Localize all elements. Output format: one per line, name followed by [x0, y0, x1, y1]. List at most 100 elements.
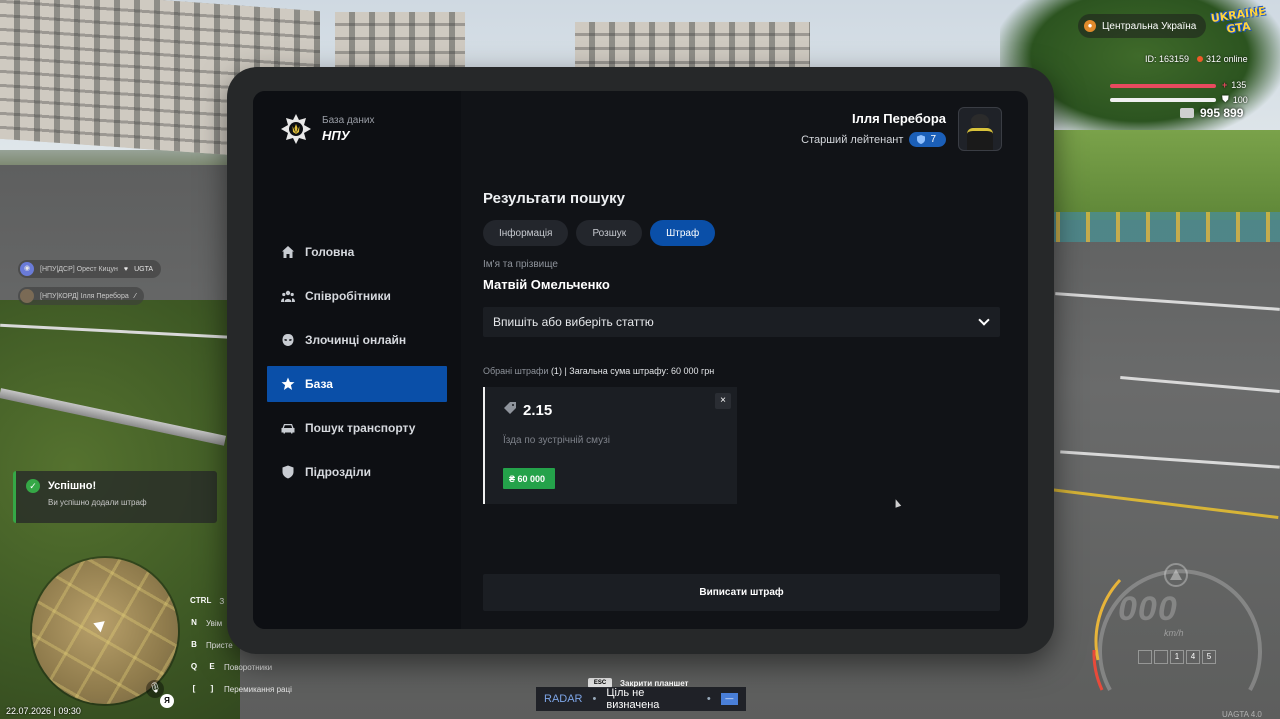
version-label: UAGTA 4.0: [1222, 710, 1262, 719]
mouse-cursor-icon: [892, 498, 902, 508]
key: CTRL: [190, 596, 212, 605]
tablet-screen: База даних НПУ Головна Співробітники Зло…: [253, 91, 1028, 629]
grass: [1050, 130, 1280, 220]
key: B: [191, 640, 197, 649]
sidebar-item-database[interactable]: База: [267, 366, 447, 402]
avatar: [20, 289, 34, 303]
money-display: 995 899: [1180, 106, 1243, 120]
fine-code: 2.15: [503, 401, 552, 419]
radar-title: RADAR: [544, 693, 583, 705]
brand-subtitle: База даних: [322, 115, 375, 126]
discord-icon: ◉: [20, 262, 34, 276]
gear-cell: 4: [1186, 650, 1200, 664]
radar-status: Ціль не визначена: [606, 687, 660, 711]
sidebar: База даних НПУ Головна Співробітники Зло…: [253, 91, 461, 629]
home-icon: [281, 245, 295, 259]
sidebar-item-criminals-online[interactable]: Злочинці онлайн: [267, 322, 447, 358]
sidebar-item-employees[interactable]: Співробітники: [267, 278, 447, 314]
online-icon: [1197, 56, 1204, 62]
mic-muted-icon: ⁄: [134, 292, 136, 300]
key: Q: [190, 662, 198, 671]
fine-card: 2.15 Їзда по зустрічній смузі ₴ 60 000 ×: [483, 387, 737, 504]
sidebar-item-vehicle-search[interactable]: Пошук транспорту: [267, 410, 447, 446]
health-value: +135: [1222, 80, 1247, 90]
radar-panel: RADAR • Ціль не визначена • —: [536, 687, 746, 711]
police-emblem-icon: [281, 114, 311, 144]
voice-chat-line: [НПУ|КОРД] Ілля Перебора ⁄: [18, 287, 144, 305]
apartment-building: [575, 22, 810, 72]
gear-cell: [1154, 650, 1168, 664]
armor-value: ⛊ 100: [1222, 94, 1248, 105]
dot-icon: •: [706, 693, 711, 705]
name-value: Матвій Омельченко: [483, 277, 610, 292]
remove-fine-button[interactable]: ×: [715, 393, 731, 409]
tag-icon: [503, 401, 517, 419]
fines-summary: Обрані штрафи (1) | Загальна сума штрафу…: [483, 366, 715, 376]
armor-bar: [1110, 98, 1216, 102]
sidebar-item-label: Головна: [305, 245, 355, 259]
article-select[interactable]: Впишіть або виберіть статтю: [483, 307, 1000, 337]
tab-wanted[interactable]: Розшук: [576, 220, 643, 246]
player-info: ID: 163159 312 online: [1145, 54, 1248, 64]
fine-description: Їзда по зустрічній смузі: [503, 435, 610, 446]
sidebar-item-units[interactable]: Підрозділи: [267, 454, 447, 490]
voice-key: Я: [160, 694, 174, 708]
health-icon: +: [1222, 80, 1228, 90]
gear-cell: 5: [1202, 650, 1216, 664]
tab-info[interactable]: Інформація: [483, 220, 569, 246]
toast-title: Успішно!: [48, 480, 97, 492]
region-icon: ●: [1084, 20, 1096, 32]
toast-text: Ви успішно додали штраф: [48, 498, 147, 507]
tab-fine[interactable]: Штраф: [650, 220, 716, 246]
shield-icon: [281, 465, 295, 479]
health-bar: [1110, 84, 1216, 88]
page-title: Результати пошуку: [483, 190, 625, 207]
sidebar-nav: Головна Співробітники Злочинці онлайн Ба…: [267, 234, 447, 498]
gear-indicator: 1 4 5: [1138, 650, 1216, 664]
fence: [1050, 212, 1280, 242]
sidebar-item-home[interactable]: Головна: [267, 234, 447, 270]
article-select-placeholder: Впишіть або виберіть статтю: [493, 315, 654, 329]
key: ]: [210, 684, 214, 693]
online-count: 312 online: [1197, 54, 1248, 64]
fine-amount: ₴ 60 000: [503, 468, 556, 489]
keybind-row: [ ] Перемикання раці: [188, 678, 292, 700]
sidebar-item-label: Підрозділи: [305, 465, 371, 479]
sidebar-item-label: Злочинці онлайн: [305, 333, 407, 347]
region-indicator: ● Центральна Україна: [1078, 14, 1207, 38]
star-icon: [281, 377, 295, 391]
cash-icon: [1180, 108, 1194, 118]
speed-unit: km/h: [1164, 628, 1184, 638]
speedometer-dial: [1092, 563, 1262, 691]
chevron-down-icon: [978, 314, 990, 326]
key: [: [192, 684, 196, 693]
mask-icon: [281, 333, 295, 347]
brand: База даних НПУ: [280, 113, 374, 145]
sidebar-item-label: Пошук транспорту: [305, 421, 416, 435]
main-content: Результати пошуку Інформація Розшук Штра…: [483, 91, 1003, 629]
voice-chat-line: ◉ [НПУ|ДСР] Орест Кицун ♥ UGTA: [18, 260, 161, 278]
speed-value: 000: [1118, 590, 1178, 628]
keybind-row: Q E Поворотники: [188, 656, 292, 678]
issue-fine-button[interactable]: Виписати штраф: [483, 574, 1000, 611]
dot-icon: •: [592, 693, 597, 705]
sidebar-item-label: База: [305, 377, 333, 391]
gear-cell: [1138, 650, 1152, 664]
users-icon: [281, 289, 295, 303]
brand-name: НПУ: [322, 128, 350, 143]
check-icon: ✓: [26, 479, 40, 493]
heart-icon: ♥: [123, 265, 129, 273]
apartment-building: [335, 12, 465, 72]
datetime: 22.07.2026 | 09:30: [6, 706, 81, 716]
radar-button[interactable]: —: [720, 693, 738, 705]
car-icon: [281, 421, 295, 435]
tab-bar: Інформація Розшук Штраф: [483, 220, 716, 246]
sidebar-item-label: Співробітники: [305, 289, 391, 303]
key: E: [209, 662, 215, 671]
key: N: [191, 618, 197, 627]
region-name: Центральна Україна: [1102, 20, 1197, 32]
success-toast: ✓ Успішно! Ви успішно додали штраф: [13, 471, 217, 523]
name-label: Ім'я та прізвище: [483, 259, 558, 270]
armor-icon: ⛊: [1222, 94, 1229, 104]
player-id: ID: 163159: [1145, 54, 1190, 64]
